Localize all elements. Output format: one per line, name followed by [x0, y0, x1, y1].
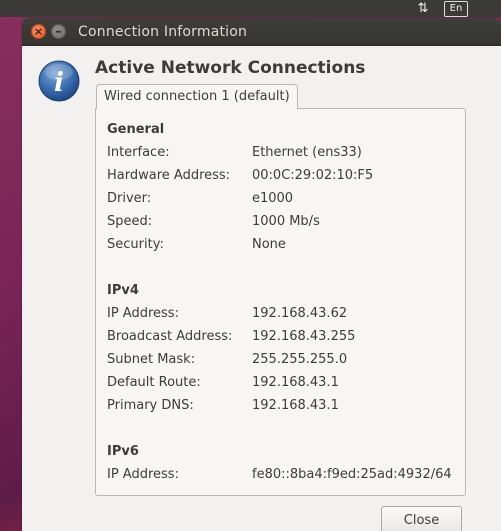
- row-label-default-route: Default Route:: [107, 375, 201, 390]
- row-label-subnet-mask: Subnet Mask:: [107, 352, 196, 367]
- row-value-subnet-mask: 255.255.255.0: [252, 352, 348, 367]
- connection-information-dialog: × – Connection Information i Active Netw…: [22, 18, 501, 531]
- row-label-ipv6-address: IP Address:: [107, 467, 179, 482]
- close-button[interactable]: Close: [381, 506, 462, 531]
- row-value-driver: e1000: [252, 191, 294, 206]
- row-value-hardware-address: 00:0C:29:02:10:F5: [252, 168, 374, 183]
- row-label-interface: Interface:: [107, 145, 170, 160]
- row-value-broadcast-address: 192.168.43.255: [252, 329, 356, 344]
- keyboard-language-indicator[interactable]: En: [444, 1, 468, 17]
- row-label-primary-dns: Primary DNS:: [107, 398, 194, 413]
- window-title: Connection Information: [78, 24, 248, 40]
- connection-details-panel: General Interface: Ethernet (ens33) Hard…: [95, 108, 466, 496]
- row-label-ip-address: IP Address:: [107, 306, 179, 321]
- window-titlebar[interactable]: × – Connection Information: [22, 18, 501, 46]
- info-icon: i: [38, 60, 80, 102]
- window-minimize-button[interactable]: –: [51, 24, 66, 39]
- up-down-arrows-icon[interactable]: ⇅: [412, 0, 434, 17]
- row-value-security: None: [252, 237, 286, 252]
- row-label-broadcast-address: Broadcast Address:: [107, 329, 233, 344]
- row-value-speed: 1000 Mb/s: [252, 214, 320, 229]
- row-label-hardware-address: Hardware Address:: [107, 168, 231, 183]
- row-value-ipv6-address: fe80::8ba4:f9ed:25ad:4932/64: [252, 467, 452, 482]
- row-value-ip-address: 192.168.43.62: [252, 306, 348, 321]
- section-title-ipv6: IPv6: [107, 444, 139, 459]
- row-label-speed: Speed:: [107, 214, 153, 229]
- window-close-button[interactable]: ×: [31, 24, 46, 39]
- top-panel: ⇅ En: [0, 0, 501, 17]
- row-label-security: Security:: [107, 237, 164, 252]
- row-value-interface: Ethernet (ens33): [252, 145, 362, 160]
- row-value-default-route: 192.168.43.1: [252, 375, 339, 390]
- section-title-general: General: [107, 122, 165, 137]
- row-value-primary-dns: 192.168.43.1: [252, 398, 339, 413]
- tab-wired-connection-1[interactable]: Wired connection 1 (default): [96, 84, 298, 109]
- row-label-driver: Driver:: [107, 191, 152, 206]
- info-glyph: i: [54, 68, 64, 98]
- dialog-heading: Active Network Connections: [95, 58, 366, 78]
- section-title-ipv4: IPv4: [107, 283, 139, 298]
